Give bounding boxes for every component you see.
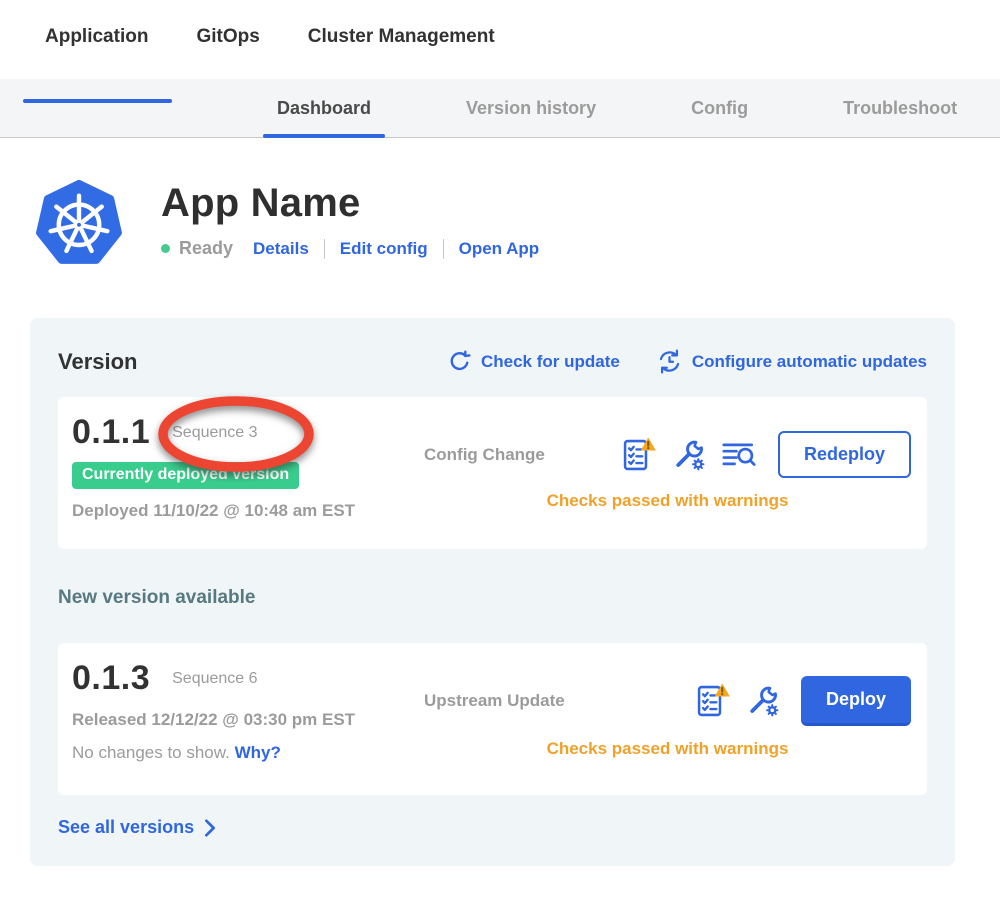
divider <box>324 239 325 259</box>
page: Application GitOps Cluster Management Da… <box>0 0 1000 898</box>
tab-dashboard[interactable]: Dashboard <box>277 79 371 137</box>
clock-refresh-icon <box>656 348 683 375</box>
version-source-label: Upstream Update <box>424 691 565 711</box>
tab-troubleshoot[interactable]: Troubleshoot <box>843 79 957 137</box>
preflight-checks-warning-icon[interactable] <box>620 436 658 474</box>
deploy-button[interactable]: Deploy <box>801 676 911 726</box>
checks-status-text: Checks passed with warnings <box>424 739 911 759</box>
available-version-number: 0.1.3 <box>72 659 150 698</box>
config-wrench-icon[interactable] <box>745 683 781 719</box>
current-version-card: 0.1.1 Sequence 3 Currently deployed vers… <box>58 397 927 549</box>
tab-cluster-management[interactable]: Cluster Management <box>308 25 495 79</box>
page-title: App Name <box>161 181 539 226</box>
version-section: Version Check for update <box>30 318 955 866</box>
edit-config-link[interactable]: Edit config <box>340 239 428 259</box>
version-source-label: Config Change <box>424 445 545 465</box>
status-dot-icon <box>161 244 170 253</box>
top-nav: Application GitOps Cluster Management <box>0 0 1000 79</box>
released-timestamp: Released 12/12/22 @ 03:30 pm EST <box>72 710 424 730</box>
view-diff-icon[interactable] <box>720 439 758 471</box>
version-section-title: Version <box>58 349 137 375</box>
current-version-sequence: Sequence 3 <box>172 424 257 442</box>
tab-application[interactable]: Application <box>45 25 148 79</box>
tab-gitops[interactable]: GitOps <box>196 25 259 79</box>
app-header: App Name Ready Details Edit config Open … <box>35 178 1000 268</box>
configure-automatic-updates-link[interactable]: Configure automatic updates <box>656 348 927 375</box>
details-link[interactable]: Details <box>253 239 309 259</box>
currently-deployed-badge: Currently deployed version <box>72 462 299 489</box>
sub-nav: Dashboard Version history Config Trouble… <box>0 79 1000 138</box>
preflight-checks-warning-icon[interactable] <box>694 682 732 720</box>
redeploy-button[interactable]: Redeploy <box>778 431 911 478</box>
no-changes-text: No changes to show. <box>72 743 230 762</box>
open-app-link[interactable]: Open App <box>459 239 540 259</box>
check-for-update-link[interactable]: Check for update <box>447 349 620 374</box>
tab-version-history[interactable]: Version history <box>466 79 596 137</box>
new-version-heading: New version available <box>58 587 927 609</box>
available-version-sequence: Sequence 6 <box>172 670 257 688</box>
deployed-timestamp: Deployed 11/10/22 @ 10:48 am EST <box>72 501 424 521</box>
status-badge: Ready <box>179 238 233 259</box>
current-version-number: 0.1.1 <box>72 413 150 452</box>
why-link[interactable]: Why? <box>235 743 281 762</box>
checks-status-text: Checks passed with warnings <box>424 491 911 511</box>
chevron-right-icon <box>204 819 216 837</box>
see-all-versions-link[interactable]: See all versions <box>58 817 927 838</box>
refresh-icon <box>447 349 472 374</box>
kubernetes-logo-icon <box>35 178 123 268</box>
divider <box>443 239 444 259</box>
config-wrench-icon[interactable] <box>671 437 707 473</box>
available-version-card: 0.1.3 Sequence 6 Released 12/12/22 @ 03:… <box>58 643 927 795</box>
tab-config[interactable]: Config <box>691 79 748 137</box>
